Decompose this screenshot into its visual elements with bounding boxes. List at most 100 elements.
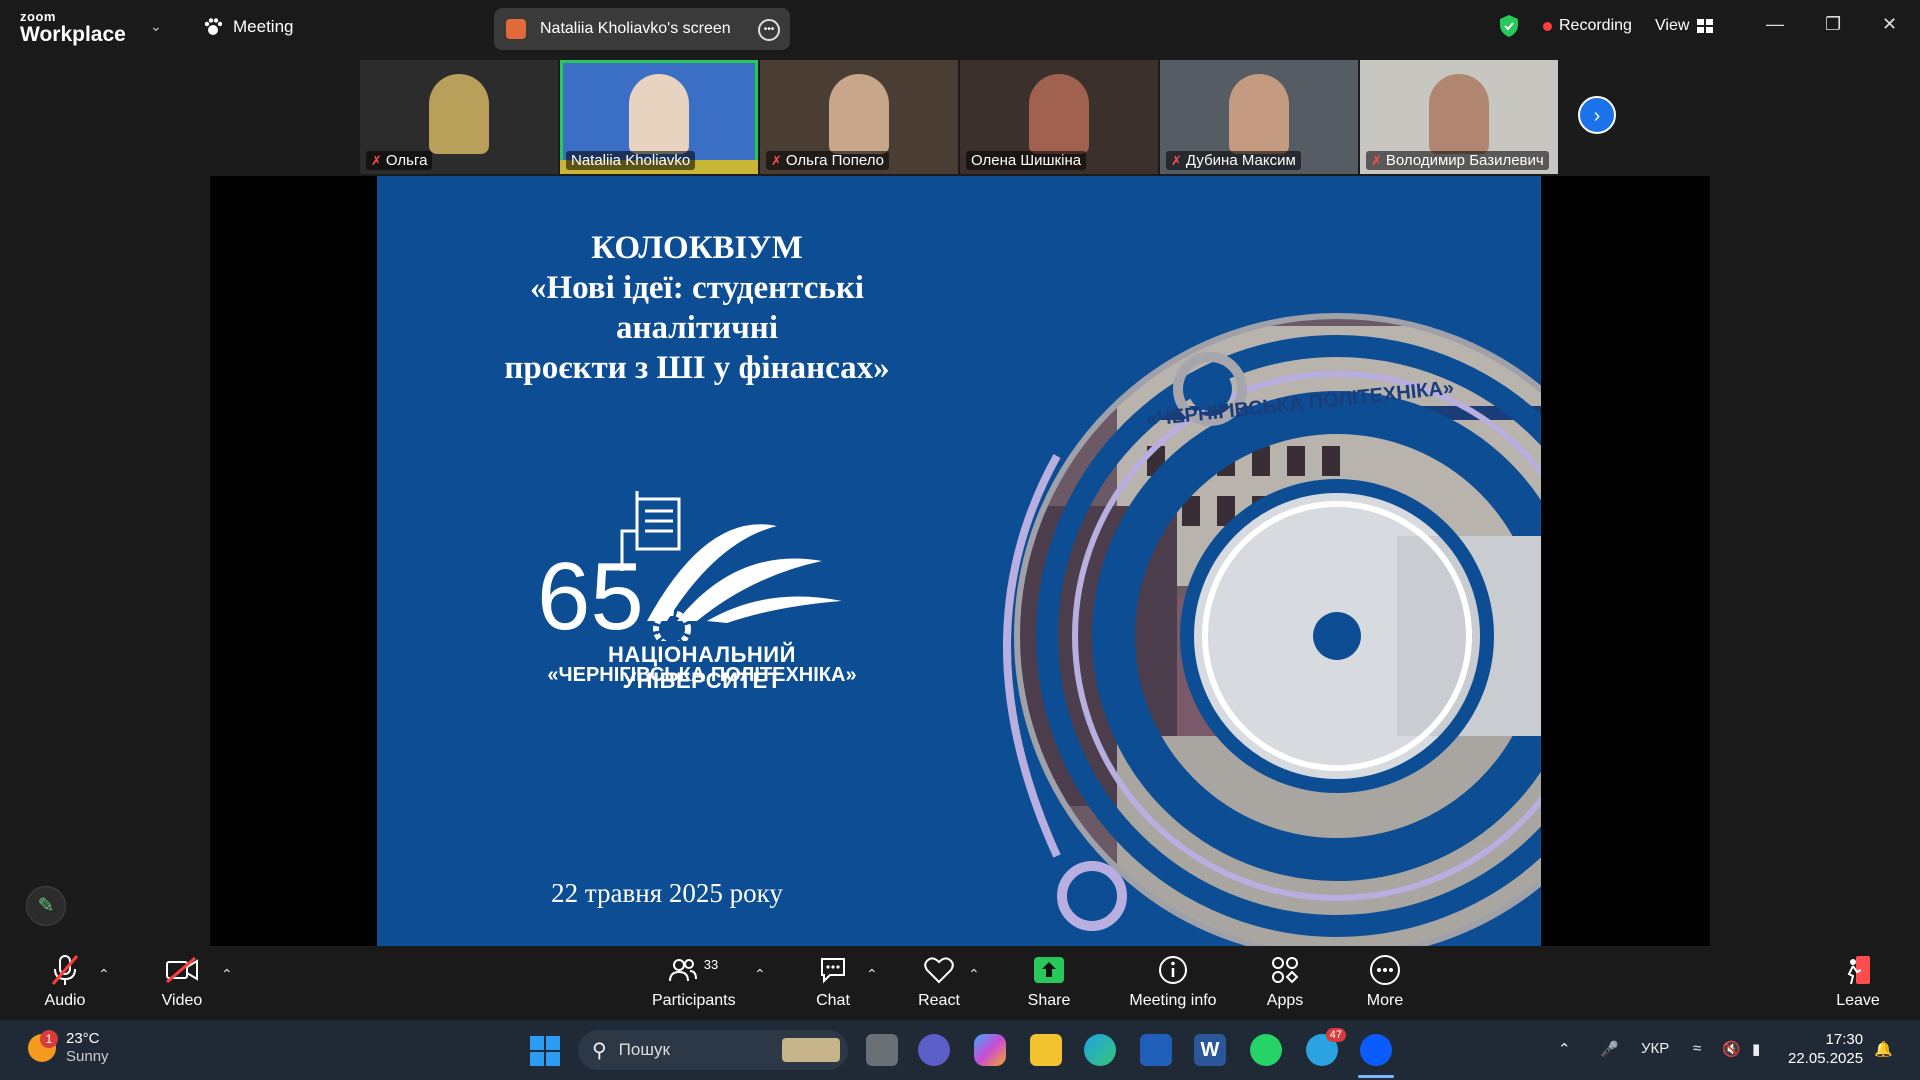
participant-tile-active[interactable]: Nataliia Kholiavko [560,60,758,174]
clock-date: 22.05.2025 [1788,1050,1864,1067]
leave-label: Leave [1836,992,1880,1009]
logo-number: 65 [537,543,644,641]
audio-button[interactable]: Audio [40,954,90,1010]
react-options-caret[interactable]: ⌃ [968,966,980,983]
audio-options-caret[interactable]: ⌃ [98,966,110,983]
audio-label: Audio [44,992,86,1009]
meeting-menu[interactable]: Meeting [203,17,293,37]
shield-icon[interactable] [1498,14,1520,38]
more-options-icon[interactable]: ••• [758,19,780,41]
weather-widget[interactable]: 1 23°C Sunny [28,1030,109,1066]
participant-name: ✗ Ольга [366,151,433,170]
campus-collage-graphic: «ЧЕРНІГІВСЬКА ПОЛІТЕХНІКА» [997,176,1541,946]
zoom-app-icon[interactable] [1360,1034,1392,1066]
telegram-icon[interactable]: 47 [1306,1028,1346,1066]
minimize-icon[interactable]: — [1766,14,1784,35]
tray-overflow-icon[interactable]: ⌃ [1558,1040,1571,1058]
logo-bottom-text: Workplace [20,23,126,46]
video-button[interactable]: Video [156,954,208,1010]
share-button[interactable]: Share [1024,954,1074,1010]
restore-icon[interactable]: ❐ [1825,14,1841,35]
participant-tile[interactable]: ✗ Ольга [360,60,558,174]
participant-name: ✗ Володимир Базилевич [1366,151,1549,170]
language-indicator[interactable]: УКР [1641,1040,1669,1057]
participant-strip: ✗ Ольга Nataliia Kholiavko ✗ Ольга Попело … [360,60,1558,174]
store-icon[interactable] [1140,1034,1172,1066]
teams-icon[interactable] [918,1034,950,1066]
participant-name: Олена Шишкіна [966,151,1087,170]
more-icon [1370,955,1400,985]
participant-name: ✗ Дубина Максим [1166,151,1301,170]
search-highlight-image [782,1038,840,1062]
chat-button[interactable]: Chat [808,954,858,1010]
chat-options-caret[interactable]: ⌃ [866,966,878,983]
video-placeholder [629,74,689,154]
heart-icon [924,957,954,984]
video-off-icon [166,956,198,984]
screen-share-pill[interactable]: Nataliia Kholiavko's screen ••• [494,8,790,50]
grid-view-icon [1697,19,1714,33]
recording-indicator[interactable]: Recording [1543,17,1632,35]
volume-muted-icon[interactable]: 🔇 [1722,1040,1741,1058]
participant-name-text: Ольга [385,152,428,169]
video-placeholder [1429,74,1489,154]
participant-name: Nataliia Kholiavko [566,151,696,170]
recording-dot [1543,21,1552,31]
recording-label: Recording [1559,17,1632,34]
wifi-icon[interactable]: ≈ [1693,1040,1701,1057]
participant-name-text: Nataliia Kholiavko [571,152,691,169]
mic-muted-icon: ✗ [1171,152,1182,168]
chat-label: Chat [816,992,850,1009]
slide-title-line3: проєкти з ШІ у фінансах» [504,350,890,386]
word-icon[interactable]: W [1194,1034,1226,1066]
microphone-tray-icon[interactable]: 🎤 [1600,1040,1619,1058]
participant-tile[interactable]: ✗ Дубина Максим [1160,60,1358,174]
weather-badge: 1 [40,1030,58,1048]
view-label: View [1655,17,1690,34]
participants-options-caret[interactable]: ⌃ [754,966,766,983]
participant-tile[interactable]: ✗ Володимир Базилевич [1360,60,1558,174]
slide-title-line2: «Нові ідеї: студентські аналітичні [529,270,865,346]
windows-start-icon[interactable] [530,1036,560,1066]
chevron-down-icon[interactable]: ⌄ [150,18,162,35]
apps-button[interactable]: Apps [1260,954,1310,1010]
more-button[interactable]: More [1360,954,1410,1010]
sun-icon: 1 [28,1030,58,1062]
react-label: React [918,992,960,1009]
notification-bell-icon[interactable]: 🔔 [1874,1040,1893,1058]
search-icon: ⚲ [592,1039,607,1062]
telegram-badge: 47 [1325,1028,1346,1042]
task-view-icon[interactable] [866,1034,898,1066]
video-options-caret[interactable]: ⌃ [221,966,233,983]
share-label: Share [1027,992,1071,1009]
more-label: More [1366,992,1404,1009]
annotate-pen-button[interactable]: ✎ [26,886,66,926]
participant-tile[interactable]: ✗ Ольга Попело [760,60,958,174]
file-explorer-icon[interactable] [1030,1034,1062,1066]
leave-button[interactable]: Leave [1832,954,1884,1010]
edge-icon[interactable] [1084,1034,1116,1066]
mic-muted-icon: ✗ [771,152,782,168]
taskbar-search[interactable]: ⚲ Пошук [578,1030,848,1070]
participants-label: Participants [652,992,736,1009]
next-page-button[interactable]: › [1578,96,1616,134]
participants-icon [668,959,697,982]
view-button[interactable]: View [1655,17,1714,35]
close-icon[interactable]: ✕ [1882,14,1897,35]
title-bar: zoom Workplace ⌄ Meeting Nataliia Kholia… [0,0,1920,56]
participants-button[interactable]: 33 Participants [652,954,736,1010]
screen-share-label: Nataliia Kholiavko's screen [540,20,731,37]
video-placeholder [1029,74,1089,154]
meeting-info-button[interactable]: Meeting info [1124,954,1222,1010]
leave-icon [1847,956,1870,985]
shared-slide: КОЛОКВІУМ «Нові ідеї: студентські аналіт… [377,176,1541,946]
windows-taskbar: 1 23°C Sunny ⚲ Пошук W 47 ⌃ 🎤 УКР ≈ 🔇 ▮ … [0,1020,1920,1080]
copilot-icon[interactable] [974,1034,1006,1066]
whatsapp-icon[interactable] [1250,1034,1282,1066]
participant-tile[interactable]: Олена Шишкіна [960,60,1158,174]
battery-icon[interactable]: ▮ [1752,1040,1760,1058]
apps-icon [1272,957,1299,984]
react-button[interactable]: React [914,954,964,1010]
video-label: Video [161,992,203,1009]
system-clock[interactable]: 17:30 22.05.2025 [1788,1030,1863,1068]
